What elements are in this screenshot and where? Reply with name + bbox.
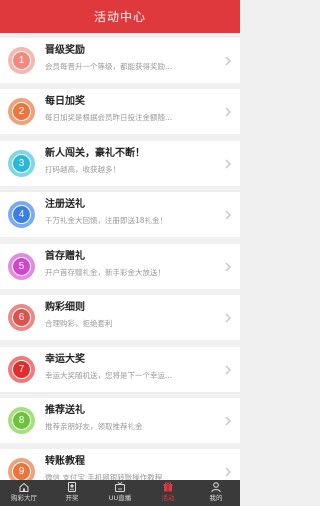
activity-description: 微信 支付宝 手机网银转账操作教程: [45, 473, 163, 480]
chevron-right-icon: [225, 55, 232, 66]
gift-icon: [163, 482, 173, 492]
activity-text-group: 幸运大奖幸运大奖随机送，您将是下一个幸运...: [45, 353, 222, 381]
activity-text-group: 推荐送礼推荐亲朋好友，领取推荐礼金: [45, 404, 222, 432]
activity-number-badge: 5: [8, 253, 35, 280]
activity-text-group: 注册送礼千万礼金大回馈，注册即送18礼金！: [45, 198, 222, 226]
home-icon: [19, 482, 29, 492]
activity-item[interactable]: 7 幸运大奖幸运大奖随机送，您将是下一个幸运...: [0, 347, 240, 392]
tab-label: 活动: [161, 494, 175, 502]
activity-number: 7: [12, 360, 31, 379]
activity-item[interactable]: 1 晋级奖励会员每晋升一个等级，都能获得奖励...: [0, 38, 240, 83]
live-tv-icon: uu: [115, 481, 125, 492]
activity-description: 推荐亲朋好友，领取推荐礼金: [45, 422, 143, 431]
activity-title: 每日加奖: [45, 96, 85, 107]
tab-user[interactable]: 我的: [192, 480, 240, 506]
chevron-right-icon: [225, 364, 232, 375]
activity-item[interactable]: 6 购彩细则合理购彩，拒绝套利: [0, 295, 240, 340]
activity-description: 开户首存赠礼金，新手彩金大放送！: [45, 268, 165, 277]
activity-text-group: 首存赠礼开户首存赠礼金，新手彩金大放送！: [45, 250, 222, 278]
activity-number-badge: 7: [8, 356, 35, 383]
user-icon: [211, 482, 221, 493]
activity-number: 4: [12, 205, 31, 224]
chevron-right-icon: [225, 466, 232, 477]
header-bar: 活动中心: [0, 0, 240, 33]
chevron-right-icon: [225, 312, 232, 323]
activity-description: 千万礼金大回馈，注册即送18礼金！: [45, 216, 168, 225]
svg-text:uu: uu: [118, 486, 122, 491]
tab-label: 购彩大厅: [11, 494, 37, 502]
tab-label: 我的: [209, 494, 223, 502]
chevron-right-icon: [225, 415, 232, 426]
tab-label: UU直播: [108, 494, 132, 502]
activity-number: 9: [12, 462, 31, 480]
chevron-right-icon: [225, 158, 232, 169]
lottery-result-icon: [68, 482, 76, 492]
activity-item[interactable]: 5 首存赠礼开户首存赠礼金，新手彩金大放送！: [0, 244, 240, 289]
activity-text-group: 每日加奖每日加奖是根据会员昨日投注金额随...: [45, 95, 222, 123]
tab-lottery-result[interactable]: 开奖: [48, 480, 96, 506]
activity-number-badge: 6: [8, 304, 35, 331]
chevron-right-icon: [225, 261, 232, 272]
activity-list[interactable]: 1 晋级奖励会员每晋升一个等级，都能获得奖励... 2 每日加奖每日加奖是根据会员昨日…: [0, 33, 240, 480]
tab-gift[interactable]: 活动: [144, 480, 192, 506]
activity-item[interactable]: 4 注册送礼千万礼金大回馈，注册即送18礼金！: [0, 192, 240, 237]
activity-number: 3: [12, 154, 31, 173]
activity-number: 2: [12, 102, 31, 121]
activity-number-badge: 4: [8, 201, 35, 228]
activity-title: 转账教程: [45, 456, 85, 467]
tab-home[interactable]: 购彩大厅: [0, 480, 48, 506]
activity-item[interactable]: 8 推荐送礼推荐亲朋好友，领取推荐礼金: [0, 398, 240, 443]
activity-title: 注册送礼: [45, 199, 85, 210]
tab-live-tv[interactable]: uu UU直播: [96, 480, 144, 506]
activity-number: 1: [12, 51, 31, 70]
activity-title: 晋级奖励: [45, 45, 85, 56]
activity-text-group: 晋级奖励会员每晋升一个等级，都能获得奖励...: [45, 44, 222, 72]
activity-number-badge: 2: [8, 98, 35, 125]
activity-number-badge: 1: [8, 47, 35, 74]
activity-text-group: 购彩细则合理购彩，拒绝套利: [45, 301, 222, 329]
activity-text-group: 转账教程微信 支付宝 手机网银转账操作教程: [45, 455, 222, 480]
activity-title: 新人闯关，豪礼不断！: [45, 148, 145, 159]
page-title: 活动中心: [93, 10, 146, 24]
activity-description: 每日加奖是根据会员昨日投注金额随...: [45, 113, 173, 122]
activity-title: 首存赠礼: [45, 251, 85, 262]
activity-number-badge: 9: [8, 458, 35, 480]
activity-description: 会员每晋升一个等级，都能获得奖励...: [45, 62, 173, 71]
activity-number-badge: 3: [8, 150, 35, 177]
activity-description: 打码越高，收获越多！: [45, 165, 120, 174]
activity-title: 推荐送礼: [45, 405, 85, 416]
activity-title: 购彩细则: [45, 302, 85, 313]
activity-text-group: 新人闯关，豪礼不断！ 打码越高，收获越多！: [45, 147, 222, 175]
activity-number: 6: [12, 308, 31, 327]
chevron-right-icon: [225, 209, 232, 220]
activity-item[interactable]: 9 转账教程微信 支付宝 手机网银转账操作教程: [0, 449, 240, 480]
activity-item[interactable]: 3 新人闯关，豪礼不断！ 打码越高，收获越多！: [0, 141, 240, 186]
activity-item[interactable]: 2 每日加奖每日加奖是根据会员昨日投注金额随...: [0, 89, 240, 134]
activity-number: 8: [12, 411, 31, 430]
chevron-right-icon: [225, 106, 232, 117]
activity-number: 5: [12, 257, 31, 276]
activity-description: 幸运大奖随机送，您将是下一个幸运...: [45, 371, 173, 380]
activity-description: 合理购彩，拒绝套利: [45, 319, 113, 328]
tab-label: 开奖: [65, 494, 79, 502]
activity-number-badge: 8: [8, 407, 35, 434]
activity-title: 幸运大奖: [45, 354, 85, 365]
bottom-tab-bar: 购彩大厅 开奖 uu UU直播 活动 我的: [0, 480, 240, 506]
